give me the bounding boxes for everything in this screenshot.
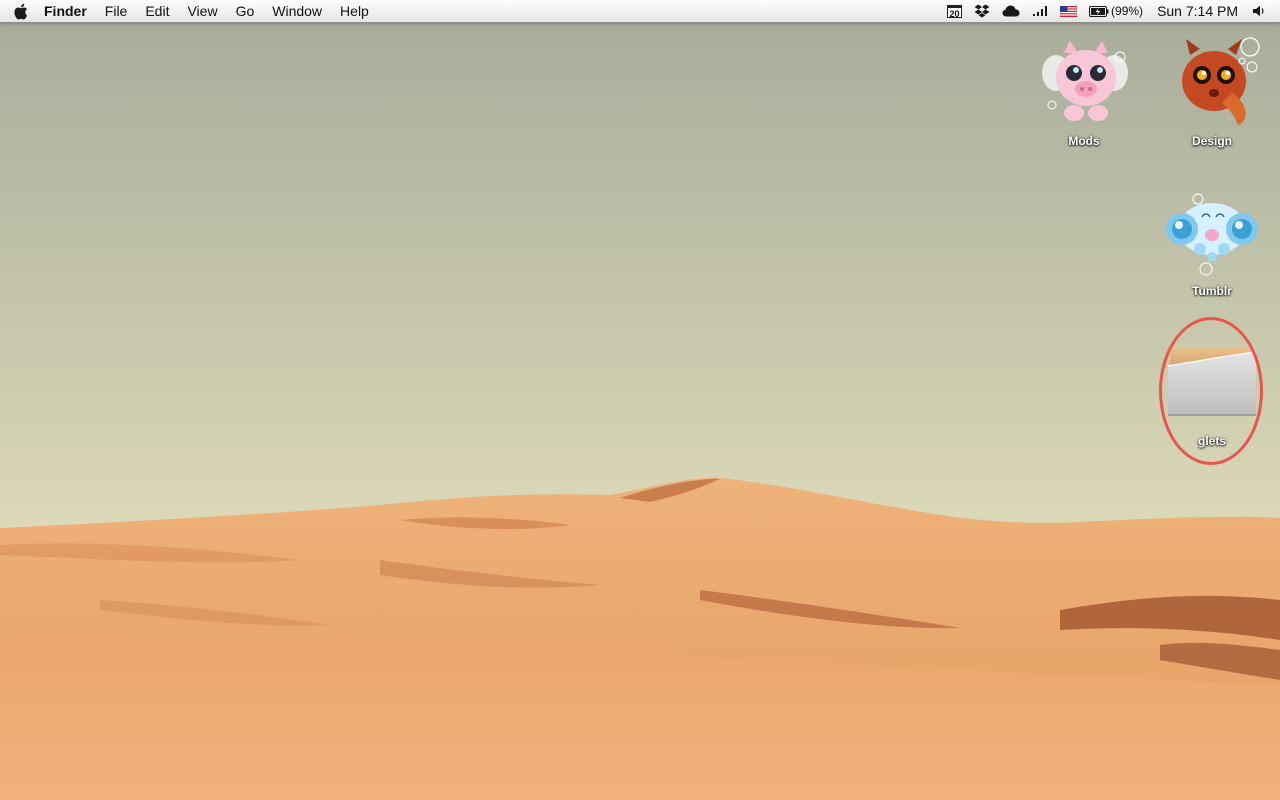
menu-file[interactable]: File [96,0,137,22]
dropbox-icon[interactable] [968,0,996,22]
blue-bubble-creature-icon [1162,180,1262,280]
menu-bar: Finder File Edit View Go Window Help 20 [0,0,1280,23]
calendar-date: 20 [947,4,963,19]
menu-app-finder[interactable]: Finder [40,0,96,22]
battery-charging-icon[interactable]: (99%) [1083,0,1149,22]
desktop-icon-label: glets [1197,434,1226,448]
menu-window[interactable]: Window [263,0,331,22]
signal-bars-icon[interactable] [1026,0,1054,22]
menu-view[interactable]: View [178,0,226,22]
speaker-volume-icon[interactable] [1246,0,1272,22]
apple-logo-icon[interactable] [0,0,40,22]
us-flag-input-icon[interactable] [1054,0,1083,22]
clock[interactable]: Sun 7:14 PM [1149,3,1246,19]
folder-icon [1162,330,1262,430]
menu-edit[interactable]: Edit [136,0,178,22]
desktop-icon-mods[interactable]: Mods [1029,30,1139,148]
cloud-icon[interactable] [996,0,1026,22]
menu-help[interactable]: Help [331,0,378,22]
pink-creature-icon [1034,30,1134,130]
desktop-icon-label: Design [1191,134,1232,148]
menu-go[interactable]: Go [227,0,264,22]
battery-percent: (99%) [1111,4,1144,18]
desktop-icon-tumblr[interactable]: Tumblr [1157,180,1267,298]
desktop-icon-label: Tumblr [1192,284,1232,298]
calendar-date-icon[interactable]: 20 [941,0,968,22]
desktop-icon-glets[interactable]: glets [1157,330,1267,448]
desktop-icon-design[interactable]: Design [1157,30,1267,148]
red-fish-creature-icon [1162,30,1262,130]
desktop-icon-label: Mods [1068,134,1100,148]
